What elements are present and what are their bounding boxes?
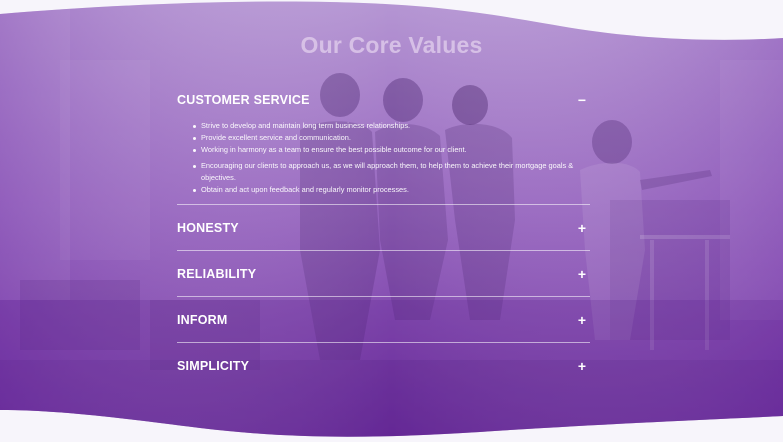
plus-icon[interactable]: + xyxy=(574,312,590,328)
core-values-section: Our Core Values CUSTOMER SERVICE − Striv… xyxy=(0,0,783,442)
accordion-header-honesty[interactable]: HONESTY + xyxy=(177,205,590,250)
accordion-item-honesty: HONESTY + xyxy=(177,205,590,251)
accordion-title: CUSTOMER SERVICE xyxy=(177,93,310,107)
minus-icon[interactable]: − xyxy=(574,92,590,108)
section-title: Our Core Values xyxy=(300,32,483,58)
accordion-title: INFORM xyxy=(177,312,228,327)
bullet-list: Strive to develop and maintain long term… xyxy=(177,120,590,196)
accordion-item-reliability: RELIABILITY + xyxy=(177,251,590,297)
plus-icon[interactable]: + xyxy=(574,266,590,282)
list-item: Encouraging our clients to approach us, … xyxy=(193,160,590,184)
accordion-title: RELIABILITY xyxy=(177,266,257,281)
list-item: Provide excellent service and communicat… xyxy=(193,132,590,144)
accordion-item-inform: INFORM + xyxy=(177,297,590,343)
list-item: Strive to develop and maintain long term… xyxy=(193,120,590,132)
accordion-item-customer-service: CUSTOMER SERVICE − Strive to develop and… xyxy=(177,86,590,205)
plus-icon[interactable]: + xyxy=(574,220,590,236)
accordion-header-customer-service[interactable]: CUSTOMER SERVICE − xyxy=(177,86,590,114)
accordion-title: SIMPLICITY xyxy=(177,358,250,373)
accordion-header-simplicity[interactable]: SIMPLICITY + xyxy=(177,343,590,388)
core-values-accordion: CUSTOMER SERVICE − Strive to develop and… xyxy=(177,86,590,388)
list-item: Obtain and act upon feedback and regular… xyxy=(193,184,590,196)
accordion-item-simplicity: SIMPLICITY + xyxy=(177,343,590,388)
accordion-header-inform[interactable]: INFORM + xyxy=(177,297,590,342)
plus-icon[interactable]: + xyxy=(574,358,590,374)
accordion-body-customer-service: Strive to develop and maintain long term… xyxy=(177,114,590,204)
list-item: Working in harmony as a team to ensure t… xyxy=(193,144,590,156)
accordion-header-reliability[interactable]: RELIABILITY + xyxy=(177,251,590,296)
accordion-title: HONESTY xyxy=(177,220,239,235)
